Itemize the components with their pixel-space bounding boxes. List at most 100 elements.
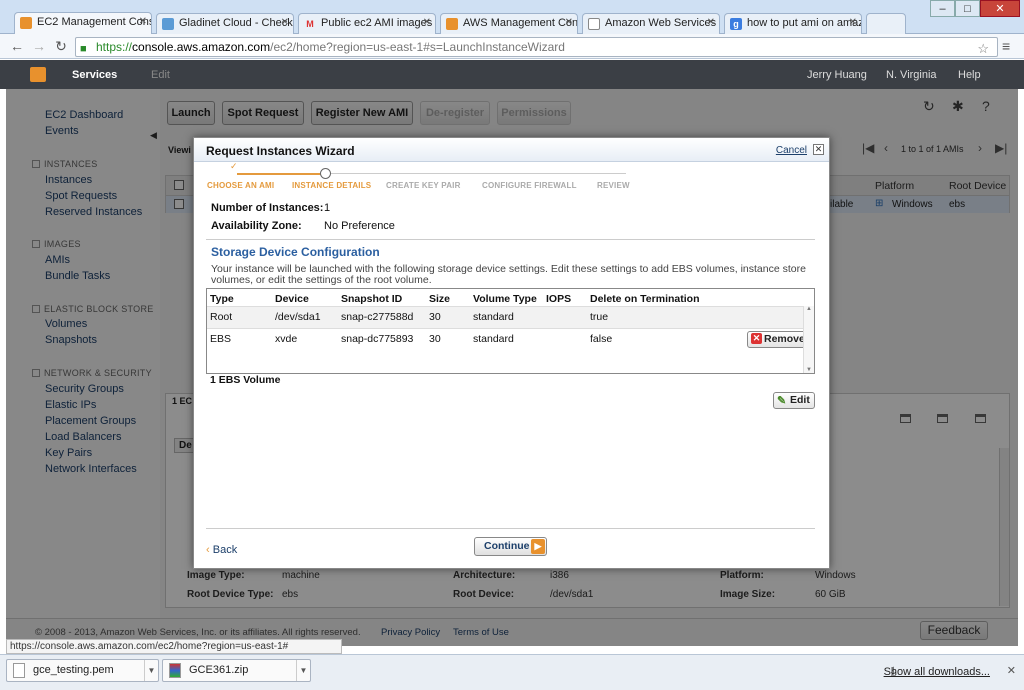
tab-title: how to put ami on amazo: [747, 17, 862, 29]
cell-type: EBS: [210, 333, 232, 345]
storage-description: Your instance will be launched with the …: [211, 263, 806, 286]
num-instances-label: Number of Instances:: [211, 202, 324, 214]
zip-file-icon: [169, 663, 181, 678]
back-arrow-icon[interactable]: ←: [8, 38, 26, 54]
footer-divider: [206, 528, 815, 529]
cancel-link[interactable]: Cancel: [776, 145, 807, 156]
storage-device-table: Type Device Snapshot ID Size Volume Type…: [206, 288, 815, 374]
download-filename: gce_testing.pem: [33, 664, 114, 676]
browser-tab-ec2[interactable]: EC2 Management Console✕: [14, 12, 152, 35]
address-bar[interactable]: ■ https://console.aws.amazon.com/ec2/home…: [75, 37, 998, 57]
window-controls: – □ ✕: [930, 0, 1020, 18]
close-icon[interactable]: ✕: [813, 144, 824, 155]
col-snapshot-id: Snapshot ID: [341, 293, 403, 305]
browser-tab-gladinet[interactable]: Gladinet Cloud - Check O ✕: [156, 13, 294, 34]
chevron-down-icon[interactable]: ▼: [296, 660, 310, 681]
cell-device: xvde: [275, 333, 298, 345]
tab-title: EC2 Management Console: [37, 16, 151, 28]
close-tab-icon[interactable]: ✕: [281, 17, 289, 28]
ebs-volume-count: 1 EBS Volume: [210, 374, 281, 386]
storage-section-title: Storage Device Configuration: [211, 245, 380, 259]
tab-title: Public ec2 AMI images fo: [321, 17, 436, 29]
aws-icon: [20, 17, 32, 29]
cell-size: 30: [429, 333, 441, 345]
aws-icon: [446, 18, 458, 30]
browser-tab-google[interactable]: g how to put ami on amazo ✕: [724, 13, 862, 34]
cell-delete: true: [590, 311, 609, 323]
table-scrollbar[interactable]: ▲ ▼: [803, 306, 814, 373]
minimize-button[interactable]: –: [930, 0, 955, 17]
close-window-button[interactable]: ✕: [980, 0, 1020, 17]
col-iops: IOPS: [546, 293, 572, 305]
back-label: Back: [212, 544, 238, 556]
current-step-marker: [320, 168, 331, 179]
close-tab-icon[interactable]: ✕: [565, 17, 573, 28]
wrench-icon[interactable]: ≡: [1002, 38, 1018, 54]
url-path: /ec2/home?region=us-east-1#s=LaunchInsta…: [270, 40, 565, 54]
cell-type: Root: [210, 311, 233, 323]
gladinet-icon: [162, 18, 174, 30]
download-item[interactable]: gce_testing.pem ▼: [6, 659, 159, 682]
cell-snapshot: snap-c277588d: [341, 311, 414, 323]
bookmark-star-icon[interactable]: ☆: [977, 40, 989, 58]
back-chevron-icon: ‹: [206, 544, 213, 556]
services-menu[interactable]: Services: [72, 69, 117, 81]
gmail-icon: M: [306, 19, 314, 29]
close-tab-icon[interactable]: ✕: [423, 17, 431, 28]
wizard-header: Request Instances Wizard Cancel ✕: [194, 138, 829, 162]
edit-menu[interactable]: Edit: [151, 69, 170, 81]
scroll-down-icon[interactable]: ▼: [806, 367, 812, 373]
reload-icon[interactable]: ↻: [52, 38, 70, 55]
remove-icon: ✕: [751, 333, 762, 344]
browser-tab-strip: EC2 Management Console✕ Gladinet Cloud -…: [0, 0, 1024, 35]
download-item[interactable]: GCE361.zip ▼: [162, 659, 311, 682]
help-menu[interactable]: Help: [958, 69, 981, 81]
chevron-down-icon[interactable]: ▼: [144, 660, 158, 681]
url-host: console.aws.amazon.com: [132, 40, 271, 54]
num-instances-value: 1: [324, 202, 331, 214]
aws-logo-icon[interactable]: [30, 67, 46, 82]
col-volume-type: Volume Type: [473, 293, 537, 305]
page-icon: [588, 18, 600, 30]
user-menu[interactable]: Jerry Huang: [807, 69, 867, 81]
download-filename: GCE361.zip: [189, 664, 249, 676]
continue-button[interactable]: Continue ▶: [474, 537, 547, 556]
cell-volume-type: standard: [473, 333, 514, 345]
show-all-downloads-link[interactable]: Show all downloads...: [884, 666, 990, 678]
back-link[interactable]: ‹ Back: [206, 544, 237, 556]
step-choose-ami: CHOOSE AN AMI: [207, 181, 275, 190]
col-delete-on-termination: Delete on Termination: [590, 293, 700, 305]
region-menu[interactable]: N. Virginia: [886, 69, 937, 81]
close-tab-icon[interactable]: ✕: [849, 17, 857, 28]
request-instances-wizard: Request Instances Wizard Cancel ✕ ✓ CHOO…: [193, 137, 830, 569]
wizard-title: Request Instances Wizard: [206, 144, 355, 158]
remove-volume-button[interactable]: ✕ Remove: [747, 331, 811, 348]
step-create-key-pair: CREATE KEY PAIR: [386, 181, 461, 190]
tab-title: AWS Management Conso: [463, 17, 578, 29]
downloads-bar: gce_testing.pem ▼ GCE361.zip ▼ ⤓ Show all …: [0, 654, 1024, 690]
close-tab-icon[interactable]: ✕: [707, 17, 715, 28]
col-size: Size: [429, 293, 451, 305]
step-review: REVIEW: [597, 181, 630, 190]
divider: [206, 239, 815, 240]
availability-zone-value: No Preference: [324, 220, 395, 232]
step-instance-details: INSTANCE DETAILS: [292, 181, 372, 190]
continue-label: Continue: [484, 540, 530, 552]
scroll-up-icon[interactable]: ▲: [806, 306, 812, 312]
remove-label: Remove: [764, 333, 805, 345]
close-downloads-icon[interactable]: ✕: [1007, 664, 1016, 677]
browser-tab-gmail[interactable]: M Public ec2 AMI images fo ✕: [298, 13, 436, 34]
maximize-button[interactable]: □: [955, 0, 980, 17]
browser-tab-aws[interactable]: AWS Management Conso ✕: [440, 13, 578, 34]
aws-top-nav: Services Edit Jerry Huang N. Virginia He…: [0, 60, 1024, 89]
status-url: https://console.aws.amazon.com/ec2/home?…: [6, 639, 342, 654]
cell-device: /dev/sda1: [275, 311, 321, 323]
forward-arrow-icon[interactable]: →: [30, 38, 48, 54]
step-configure-firewall: CONFIGURE FIREWALL: [482, 181, 577, 190]
edit-storage-button[interactable]: ✎ Edit: [773, 392, 815, 409]
cell-volume-type: standard: [473, 311, 514, 323]
close-tab-icon[interactable]: ✕: [139, 16, 147, 27]
new-tab-button[interactable]: [866, 13, 906, 34]
file-icon: [13, 663, 25, 678]
browser-tab-amazon[interactable]: Amazon Web Services ✕: [582, 13, 720, 34]
